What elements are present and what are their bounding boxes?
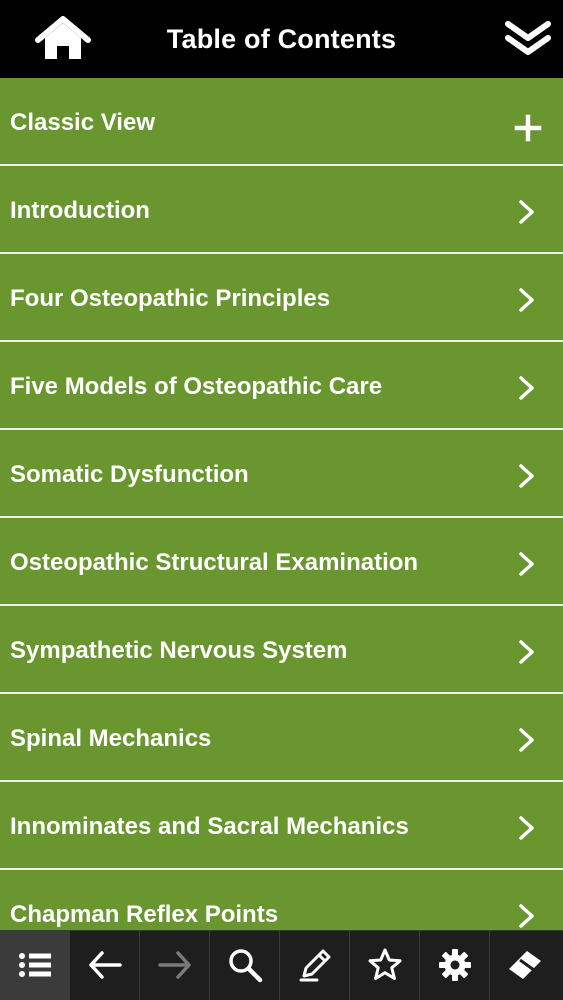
collapse-button[interactable] [500,14,556,64]
list-icon [19,953,51,977]
toc-list: Classic View Introduction Four Osteopath… [0,78,563,930]
plus-icon [514,114,542,142]
toc-item-sympathetic-nervous-system[interactable]: Sympathetic Nervous System [0,606,563,692]
chevron-right-icon [519,816,534,840]
back-arrow-icon [89,951,122,979]
search-icon [229,949,263,983]
chevron-right-icon [519,904,534,928]
double-chevron-down-icon [505,21,551,55]
toc-item-label: Five Models of Osteopathic Care [10,373,383,400]
note-button[interactable] [280,931,350,1000]
chevron-right-icon [519,464,534,488]
toc-item-somatic-dysfunction[interactable]: Somatic Dysfunction [0,430,563,516]
contents-button[interactable] [0,931,70,1000]
toc-item-label: Four Osteopathic Principles [10,285,331,312]
search-button[interactable] [210,931,280,1000]
toc-item-five-models[interactable]: Five Models of Osteopathic Care [0,342,563,428]
favorites-button[interactable] [350,931,420,1000]
chevron-right-icon [519,640,534,664]
toc-item-chapman-reflex-points[interactable]: Chapman Reflex Points [0,870,563,930]
forward-arrow-icon [158,951,191,979]
chevron-right-icon [519,552,534,576]
toc-item-four-osteopathic-principles[interactable]: Four Osteopathic Principles [0,254,563,340]
toc-item-introduction[interactable]: Introduction [0,166,563,252]
toc-item-structural-examination[interactable]: Osteopathic Structural Examination [0,518,563,604]
star-icon [368,948,402,980]
toc-item-label: Innominates and Sacral Mechanics [10,813,409,840]
toc-item-label: Chapman Reflex Points [10,901,279,928]
chevron-right-icon [519,200,534,224]
settings-button[interactable] [420,931,490,1000]
toc-item-label: Sympathetic Nervous System [10,637,348,664]
chevron-right-icon [519,728,534,752]
toc-item-innominates-sacral[interactable]: Innominates and Sacral Mechanics [0,782,563,868]
bottom-toolbar [0,930,563,1000]
nav-bar: Table of Contents [0,0,563,78]
eraser-icon [509,951,541,979]
gear-icon [439,949,471,981]
pencil-icon [299,949,331,982]
chevron-right-icon [519,288,534,312]
page-title: Table of Contents [166,24,397,54]
toc-item-label: Spinal Mechanics [10,725,212,752]
toc-item-spinal-mechanics[interactable]: Spinal Mechanics [0,694,563,780]
forward-button[interactable] [140,931,210,1000]
toc-item-classic-view[interactable]: Classic View [0,78,563,164]
toc-item-label: Classic View [10,109,155,136]
toc-item-label: Osteopathic Structural Examination [10,549,419,576]
clear-highlights-button[interactable] [490,931,563,1000]
chevron-right-icon [519,376,534,400]
toc-item-label: Introduction [10,197,150,224]
toc-item-label: Somatic Dysfunction [10,461,249,488]
back-button[interactable] [70,931,140,1000]
